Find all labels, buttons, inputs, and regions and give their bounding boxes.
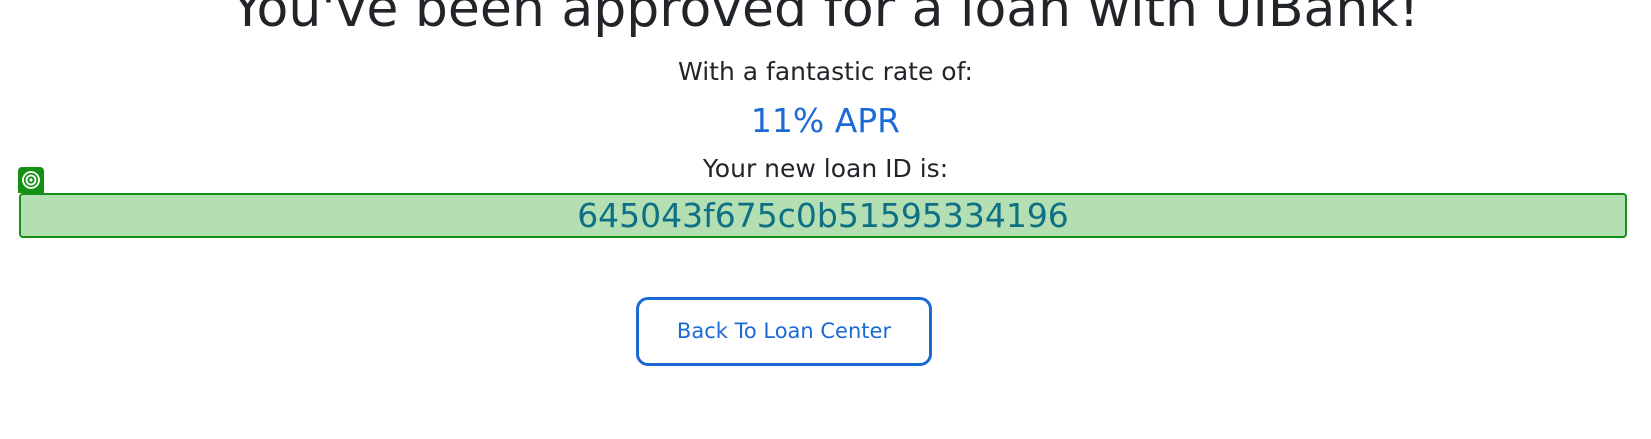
target-icon bbox=[22, 171, 40, 189]
loan-id-value: 645043f675c0b51595334196 bbox=[577, 196, 1069, 235]
rate-label: With a fantastic rate of: bbox=[678, 57, 973, 86]
target-badge bbox=[18, 167, 44, 193]
rate-value: 11% APR bbox=[750, 101, 901, 140]
approval-headline: You've been approved for a loan with UIB… bbox=[231, 0, 1420, 39]
back-to-loan-center-button[interactable]: Back To Loan Center bbox=[636, 297, 932, 366]
loan-id-highlight-box[interactable]: 645043f675c0b51595334196 bbox=[19, 193, 1627, 238]
loan-id-label: Your new loan ID is: bbox=[702, 154, 949, 183]
